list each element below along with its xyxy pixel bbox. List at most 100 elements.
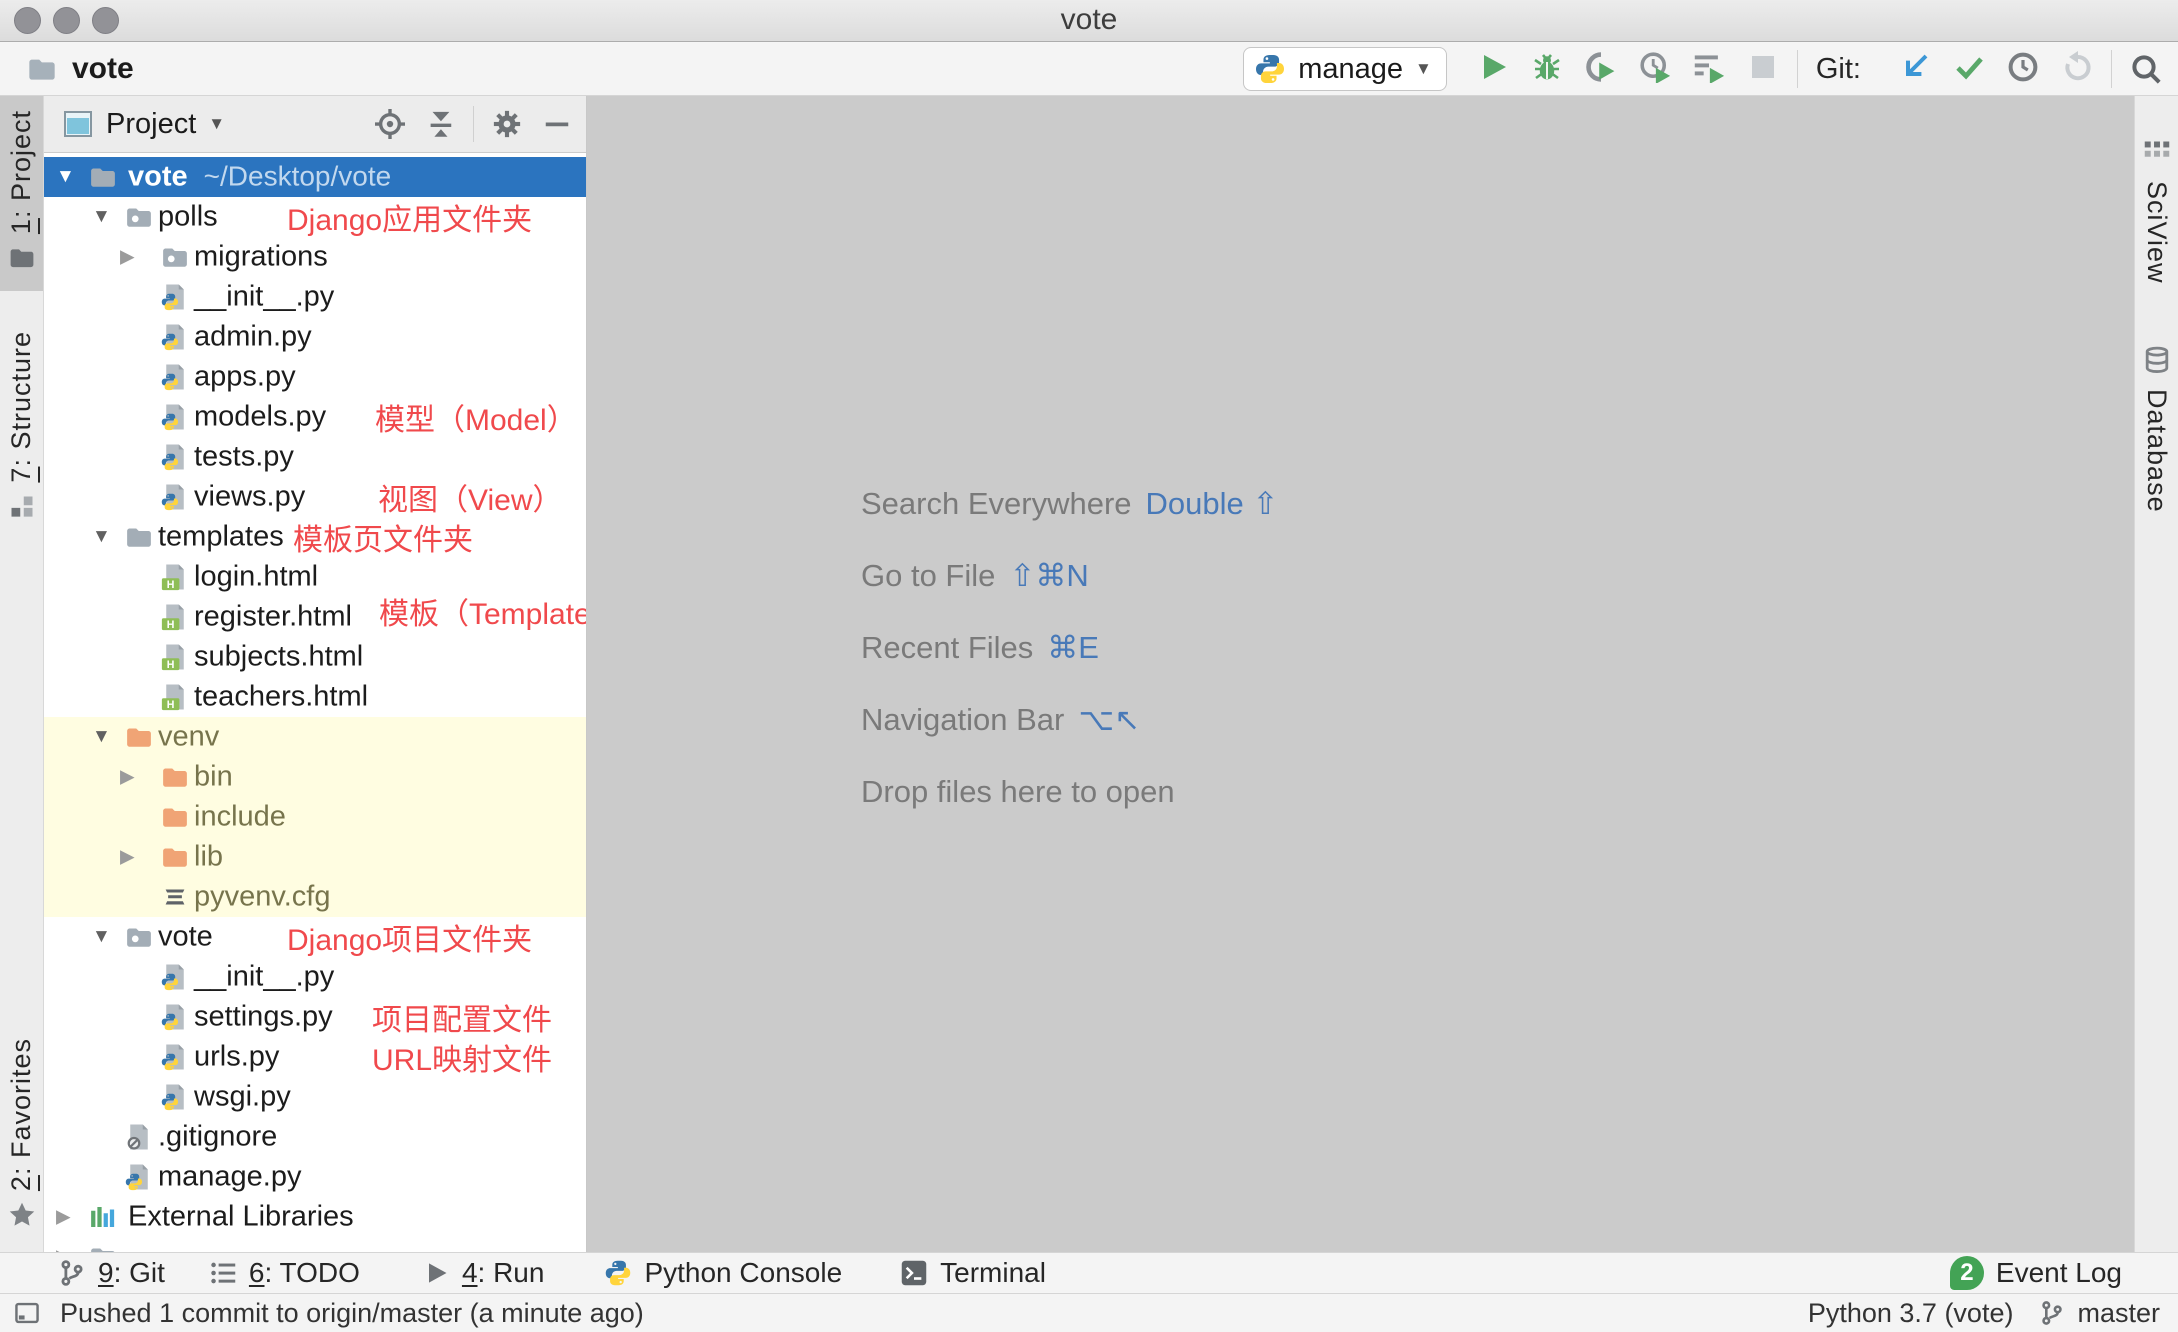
event-log-button[interactable]: 2Event Log: [1950, 1256, 2122, 1290]
collapse-arrow-icon[interactable]: ▼: [92, 206, 111, 228]
branch-widget[interactable]: master: [2077, 1298, 2160, 1329]
main-area: 1: Project 7: Structure 2: Favorites Proje…: [0, 96, 2178, 1252]
tool-stripe-tab-sciview[interactable]: SciView: [2135, 124, 2178, 298]
shortcut-hint: Go to File⇧⌘N: [861, 558, 1278, 630]
tree-row-partial[interactable]: ▶: [44, 1237, 586, 1252]
tree-row-venv[interactable]: ▼venv: [44, 717, 586, 757]
toolwindow-toggle-icon[interactable]: [14, 1300, 40, 1326]
main-toolbar: vote manage ▼ Git:: [0, 43, 2178, 96]
tool-stripe-tab-favorites[interactable]: 2: Favorites: [0, 1024, 43, 1248]
tool-stripe-tab-structure[interactable]: 7: Structure: [0, 317, 43, 540]
stripe-tab-label: 2: Favorites: [6, 1038, 37, 1191]
tree-row-templates[interactable]: ▼templates模板页文件夹: [44, 517, 586, 557]
tree-row-register.html[interactable]: Hregister.html模板（Template）: [44, 597, 586, 637]
tree-item-label: .gitignore: [158, 1121, 277, 1154]
tree-row-polls[interactable]: ▼pollsDjango应用文件夹: [44, 197, 586, 237]
tree-item-label: urls.py: [194, 1041, 279, 1074]
tree-row-subjects.html[interactable]: Hsubjects.html: [44, 637, 586, 677]
run-icon[interactable]: [1477, 51, 1509, 83]
commit-icon[interactable]: [1953, 51, 1985, 83]
project-view-selector[interactable]: Project ▼: [62, 108, 225, 141]
stripe-tab-label: 1: Project: [6, 110, 37, 234]
python-logo-icon: [1254, 53, 1286, 85]
hide-icon[interactable]: [540, 107, 574, 141]
tool-stripe-tab-project[interactable]: 1: Project: [0, 96, 43, 291]
tree-row-vote[interactable]: ▼vote~/Desktop/vote: [44, 157, 586, 197]
stop-icon[interactable]: [1747, 51, 1779, 83]
project-panel-header: Project ▼: [44, 96, 586, 153]
tree-item-label: tests.py: [194, 441, 294, 474]
tree-row-models.py[interactable]: models.py模型（Model）: [44, 397, 586, 437]
settings-gear-icon[interactable]: [490, 107, 524, 141]
tool-stripe-tab-database[interactable]: Database: [2135, 332, 2178, 527]
tree-item-label: vote: [158, 921, 213, 954]
tree-row-lib[interactable]: ▶ lib: [44, 837, 586, 877]
ignored-icon: [124, 1122, 154, 1152]
run-gray-icon: [422, 1259, 450, 1287]
interpreter-widget[interactable]: Python 3.7 (vote): [1808, 1298, 2014, 1329]
toolwindow-button-terminal[interactable]: Terminal: [900, 1257, 1046, 1289]
tree-row-settings.py[interactable]: settings.py项目配置文件: [44, 997, 586, 1037]
revert-icon[interactable]: [2061, 51, 2093, 83]
tree-row-.gitignore[interactable]: .gitignore: [44, 1117, 586, 1157]
tree-row-manage.py[interactable]: manage.py: [44, 1157, 586, 1197]
tree-row-External Libraries[interactable]: ▶External Libraries: [44, 1197, 586, 1237]
star-icon: [8, 1201, 36, 1234]
folder-icon: [88, 1242, 118, 1252]
toolwindow-button-run[interactable]: 4: Run: [422, 1257, 545, 1289]
expand-arrow-icon[interactable]: ▶: [120, 246, 135, 269]
tree-row-views.py[interactable]: views.py视图（View）: [44, 477, 586, 517]
folder-dot-icon: [124, 922, 154, 952]
expand-arrow-icon[interactable]: ▶: [120, 846, 135, 869]
svg-text:H: H: [167, 659, 175, 671]
run-configurations-icon[interactable]: [1693, 51, 1725, 83]
toolwindow-button-pythonconsole[interactable]: Python Console: [604, 1257, 842, 1289]
tree-row-vote[interactable]: ▼voteDjango项目文件夹: [44, 917, 586, 957]
debug-icon[interactable]: [1531, 51, 1563, 83]
tree-item-label: login.html: [194, 561, 318, 594]
header-divider: [473, 106, 474, 142]
expand-arrow-icon[interactable]: ▶: [56, 1206, 71, 1229]
tree-item-label: include: [194, 801, 286, 834]
python-icon: [160, 282, 190, 312]
toolwindow-button-todo[interactable]: 6: TODO: [209, 1257, 360, 1289]
collapse-all-icon[interactable]: [423, 107, 457, 141]
tree-row-tests.py[interactable]: tests.py: [44, 437, 586, 477]
tree-item-label: apps.py: [194, 361, 296, 394]
history-icon[interactable]: [2007, 51, 2039, 83]
search-everywhere-icon[interactable]: [2130, 53, 2162, 85]
tree-item-label: models.py: [194, 401, 326, 434]
tree-row-include[interactable]: include: [44, 797, 586, 837]
tree-row-admin.py[interactable]: admin.py: [44, 317, 586, 357]
collapse-arrow-icon[interactable]: ▼: [92, 926, 111, 948]
tree-row-teachers.html[interactable]: Hteachers.html: [44, 677, 586, 717]
breadcrumb[interactable]: vote: [26, 52, 134, 86]
toolwindow-button-label: Terminal: [940, 1257, 1046, 1289]
run-with-coverage-icon[interactable]: [1585, 51, 1617, 83]
tree-row-__init__.py[interactable]: __init__.py: [44, 957, 586, 997]
tree-row-__init__.py[interactable]: __init__.py: [44, 277, 586, 317]
tree-row-apps.py[interactable]: apps.py: [44, 357, 586, 397]
update-project-icon[interactable]: [1899, 51, 1931, 83]
collapse-arrow-icon[interactable]: ▼: [92, 526, 111, 548]
annotation-text: 视图（View）: [378, 475, 562, 519]
tree-item-label: migrations: [194, 241, 328, 274]
collapse-arrow-icon[interactable]: ▼: [92, 726, 111, 748]
database-icon: [2143, 346, 2171, 379]
folder-dot-icon: [160, 242, 190, 272]
expand-arrow-icon[interactable]: ▶: [120, 766, 135, 789]
annotation-text: Django应用文件夹: [287, 195, 532, 239]
tree-row-bin[interactable]: ▶bin: [44, 757, 586, 797]
toolwindow-button-git[interactable]: 9: Git: [58, 1257, 165, 1289]
collapse-arrow-icon[interactable]: ▼: [56, 166, 75, 188]
tree-row-urls.py[interactable]: urls.pyURL映射文件: [44, 1037, 586, 1077]
locate-icon[interactable]: [373, 107, 407, 141]
run-configuration-select[interactable]: manage ▼: [1243, 47, 1447, 91]
tree-row-migrations[interactable]: ▶ migrations: [44, 237, 586, 277]
tree-row-pyvenv.cfg[interactable]: pyvenv.cfg: [44, 877, 586, 917]
tree-item-label: lib: [194, 841, 223, 874]
profiler-icon[interactable]: [1639, 51, 1671, 83]
folder-icon: [124, 522, 154, 552]
editor-empty-area[interactable]: Search EverywhereDouble ⇧Go to File⇧⌘NRe…: [587, 96, 2134, 1252]
tree-row-wsgi.py[interactable]: wsgi.py: [44, 1077, 586, 1117]
